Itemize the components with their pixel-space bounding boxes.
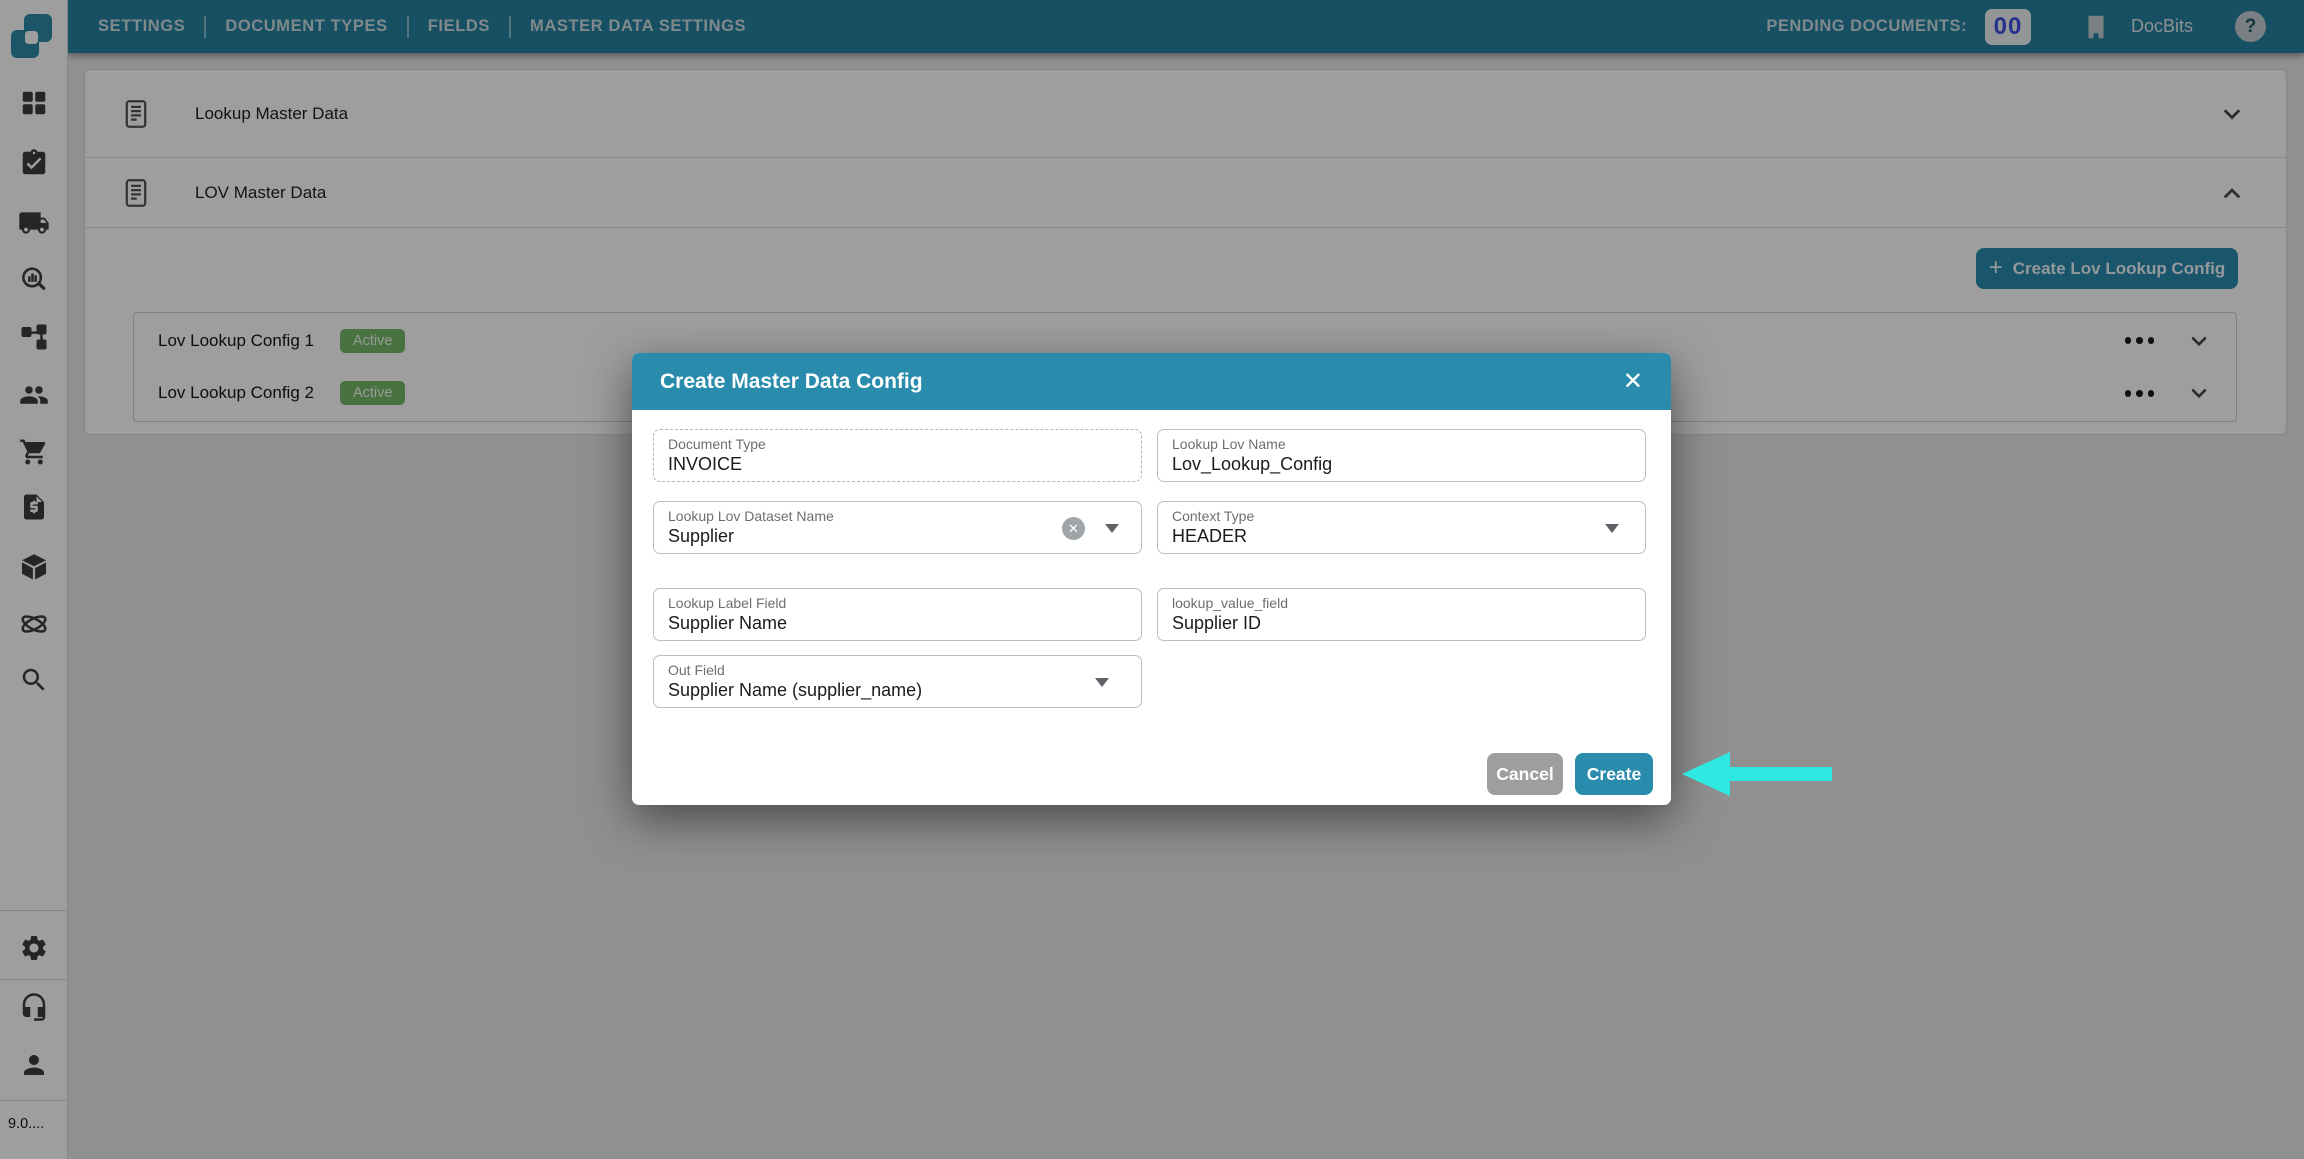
field-label: Context Type — [1172, 508, 1631, 525]
field-value: Supplier ID — [1172, 612, 1631, 635]
field-value: Supplier Name (supplier_name) — [668, 679, 1127, 702]
field-out-field[interactable]: Out Field Supplier Name (supplier_name) — [653, 655, 1142, 708]
field-value: Supplier — [668, 525, 1127, 548]
field-value: Lov_Lookup_Config — [1172, 453, 1631, 476]
dropdown-caret-icon[interactable] — [1605, 524, 1619, 533]
field-lookup-value-field[interactable]: lookup_value_field Supplier ID — [1157, 588, 1646, 641]
dialog-title: Create Master Data Config — [660, 370, 923, 394]
clear-icon[interactable]: ✕ — [1062, 517, 1085, 540]
create-button[interactable]: Create — [1575, 753, 1653, 795]
dropdown-caret-icon[interactable] — [1095, 678, 1109, 687]
field-label: Lookup Lov Name — [1172, 436, 1631, 453]
field-label: lookup_value_field — [1172, 595, 1631, 612]
field-label: Out Field — [668, 662, 1127, 679]
field-lookup-lov-name[interactable]: Lookup Lov Name Lov_Lookup_Config — [1157, 429, 1646, 482]
field-context-type[interactable]: Context Type HEADER — [1157, 501, 1646, 554]
arrow-head — [1682, 752, 1730, 796]
dropdown-caret-icon[interactable] — [1105, 524, 1119, 533]
field-document-type[interactable]: Document Type INVOICE — [653, 429, 1142, 482]
arrow-shaft — [1729, 767, 1832, 781]
annotation-arrow-icon — [1682, 752, 1832, 797]
field-value: Supplier Name — [668, 612, 1127, 635]
close-icon[interactable]: ✕ — [1623, 370, 1643, 394]
field-value: INVOICE — [668, 453, 1127, 476]
cancel-button[interactable]: Cancel — [1487, 753, 1563, 795]
field-lookup-lov-dataset-name[interactable]: Lookup Lov Dataset Name Supplier ✕ — [653, 501, 1142, 554]
field-label: Document Type — [668, 436, 1127, 453]
field-label: Lookup Label Field — [668, 595, 1127, 612]
field-value: HEADER — [1172, 525, 1631, 548]
dialog-header: Create Master Data Config ✕ — [632, 353, 1671, 410]
field-label: Lookup Lov Dataset Name — [668, 508, 1127, 525]
field-lookup-label-field[interactable]: Lookup Label Field Supplier Name — [653, 588, 1142, 641]
create-master-data-dialog: Create Master Data Config ✕ Document Typ… — [632, 353, 1671, 805]
